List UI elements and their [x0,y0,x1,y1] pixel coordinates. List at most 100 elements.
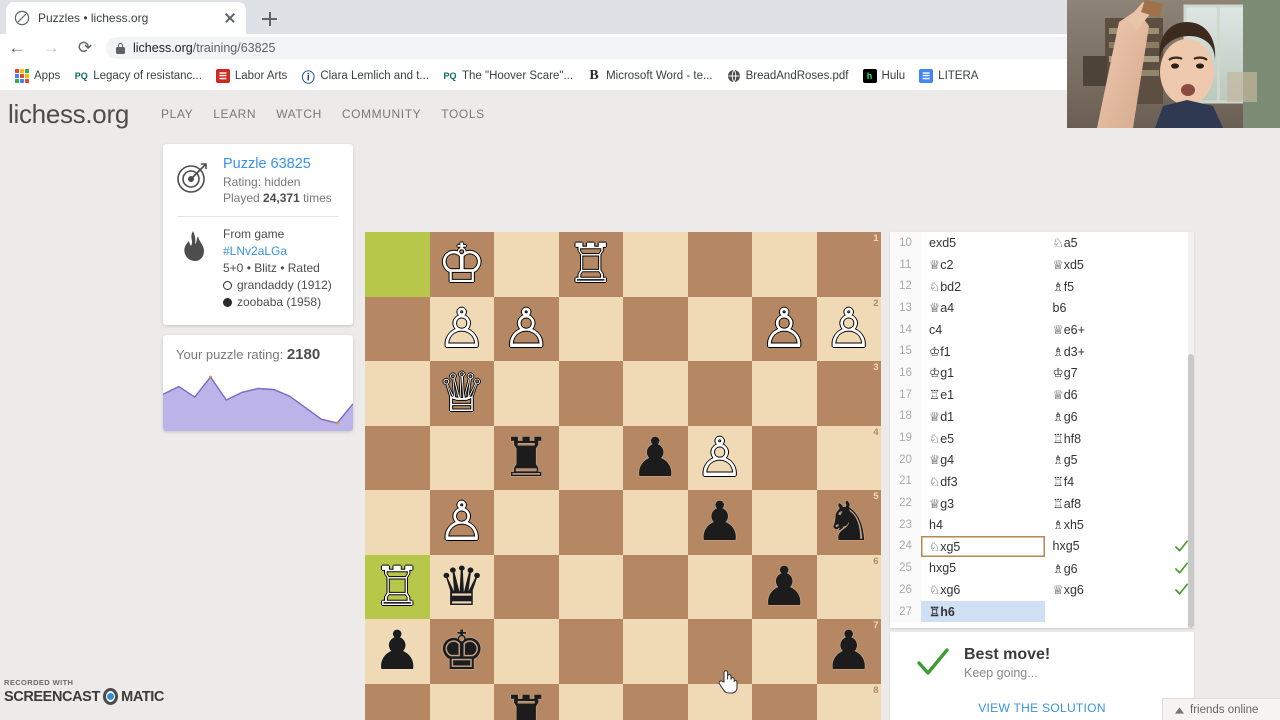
move-white[interactable]: ♕a4 [921,297,1045,319]
new-tab-button[interactable] [256,6,284,32]
move-white[interactable]: ♘bd2 [921,275,1045,297]
board-square-h7[interactable]: ♟ [365,619,430,684]
board-square-h8[interactable]: h [365,683,430,720]
board-square-c4[interactable]: ♙ [687,425,753,491]
nav-community[interactable]: COMMUNITY [332,101,431,127]
move-black[interactable]: ♕d6 [1045,384,1169,406]
board-square-h3[interactable] [365,361,430,426]
game-id-link[interactable]: #LNv2aLGa [223,244,287,258]
move-black[interactable]: ♗g6 [1045,406,1169,428]
bookmark-hoover-scare[interactable]: PQ The "Hoover Scare"... [436,64,580,88]
move-white[interactable]: exd5 [921,232,1045,254]
bookmark-hulu[interactable]: h Hulu [856,64,913,88]
puzzle-title[interactable]: Puzzle 63825 [223,156,343,172]
friends-online-bar[interactable]: friends online [1162,698,1280,720]
board-square-d7[interactable] [623,619,688,684]
board-square-e2[interactable] [558,296,623,361]
piece-black-pawn-d4[interactable]: ♟ [623,426,688,491]
piece-white-pawn-b2[interactable]: ♙ [752,297,817,362]
lichess-logo[interactable]: lichess.org [8,99,129,130]
board-square-a3[interactable]: 3 [816,361,881,426]
tab-close-icon[interactable] [222,10,238,26]
bookmark-litera[interactable]: ☰ LITERA [912,64,985,88]
chess-board[interactable]: ♔♖1♙♙♙♙2♕3♜♟♙4♙♟♞5♖♛♟6♟♚♟7hg♜fedcb8a [365,232,881,720]
piece-white-king-g1[interactable]: ♔ [430,232,495,297]
board-square-d2[interactable] [623,296,688,361]
board-square-c5[interactable]: ♟ [687,490,752,555]
board-square-f8[interactable]: ♜f [494,683,559,720]
move-white[interactable]: hxg5 [921,557,1045,579]
board-square-c3[interactable] [687,361,752,426]
board-square-f4[interactable]: ♜ [494,425,559,490]
board-square-g1[interactable]: ♔ [429,232,495,297]
piece-black-king-g7[interactable]: ♚ [430,619,495,684]
board-square-d8[interactable]: d [623,683,688,720]
move-white[interactable]: ♕g4 [921,449,1045,471]
bookmark-microsoft-word[interactable]: B Microsoft Word - te... [580,64,720,88]
board-square-b4[interactable] [752,425,817,490]
piece-black-knight-a5[interactable]: ♞ [817,490,882,555]
move-black[interactable]: ♖f4 [1045,471,1169,493]
board-square-a2[interactable]: ♙ 2 [816,296,881,361]
move-black[interactable]: ♖hf8 [1045,427,1169,449]
board-square-e3[interactable] [558,361,623,426]
move-white[interactable]: ♖e1 [921,384,1045,406]
move-white[interactable]: ♘df3 [921,471,1045,493]
bookmark-clara-lemlich[interactable]: ⓘ Clara Lemlich and t... [294,64,436,88]
board-square-b8[interactable]: b [752,683,817,720]
board-square-f2[interactable]: ♙ [494,296,559,361]
board-square-g3[interactable]: ♕ [429,361,494,426]
move-list[interactable]: 10 exd5 ♘a5 11 ♕c2 ♕xd5 12 ♘bd2 ♗f5 13 ♕a4 b6 14 c4 ♕e… [890,232,1194,628]
piece-black-pawn-h7[interactable]: ♟ [365,619,430,684]
move-white[interactable]: ♕d1 [921,406,1045,428]
board-square-d6[interactable] [623,554,688,619]
board-square-d3[interactable] [623,361,688,426]
back-button[interactable]: ← [0,34,34,62]
board-square-f5[interactable] [494,490,559,555]
board-square-b7[interactable] [752,619,817,684]
move-black[interactable]: ♗d3+ [1045,340,1169,362]
move-white[interactable]: ♔g1 [921,362,1045,384]
board-square-e1[interactable]: ♖ [558,232,624,297]
move-black[interactable]: ♔g7 [1045,362,1169,384]
board-square-e4[interactable] [558,425,623,490]
board-square-f6[interactable] [494,554,559,619]
board-square-f3[interactable] [494,361,559,426]
move-list-scrollbar-track[interactable] [1188,232,1194,628]
board-square-a7[interactable]: ♟ 7 [816,619,881,684]
move-white[interactable]: c4 [921,319,1045,341]
move-black[interactable]: ♕xg6 [1045,579,1169,601]
move-black[interactable]: ♗xh5 [1045,514,1169,536]
piece-black-rook-f8[interactable]: ♜ [494,684,559,720]
board-square-h2[interactable] [365,296,430,361]
nav-tools[interactable]: TOOLS [431,101,494,127]
board-square-c2[interactable] [687,296,752,361]
board-square-e5[interactable] [558,490,623,555]
move-black[interactable]: ♘a5 [1045,232,1169,254]
board-square-a1[interactable]: 1 [816,232,881,297]
move-list-scrollbar-thumb[interactable] [1188,354,1194,628]
board-square-f1[interactable] [494,232,559,297]
move-white[interactable]: ♘e5 [921,427,1045,449]
board-square-h4[interactable] [365,425,430,490]
move-black[interactable]: ♗g6 [1045,557,1169,579]
board-square-b2[interactable]: ♙ [752,296,817,362]
board-square-b3[interactable] [752,361,817,426]
nav-learn[interactable]: LEARN [203,101,266,127]
reload-button[interactable]: ⟳ [68,34,102,62]
piece-white-pawn-g5[interactable]: ♙ [430,490,495,555]
piece-white-rook-h6[interactable]: ♖ [365,555,430,620]
move-white[interactable]: ♘xg6 [921,579,1045,601]
piece-white-pawn-c4[interactable]: ♙ [688,426,753,491]
move-black[interactable]: ♖af8 [1045,492,1169,514]
nav-play[interactable]: PLAY [151,101,203,127]
piece-white-pawn-g2[interactable]: ♙ [430,297,495,362]
piece-white-rook-e1[interactable]: ♖ [559,232,624,297]
move-white[interactable]: ♕g3 [921,492,1045,514]
board-square-g4[interactable] [429,425,494,490]
board-square-d1[interactable] [623,232,688,297]
board-square-b6[interactable]: ♟ [752,554,817,619]
move-black[interactable] [1045,601,1169,623]
board-square-e7[interactable] [558,619,623,684]
board-square-e8[interactable]: e [558,683,623,720]
